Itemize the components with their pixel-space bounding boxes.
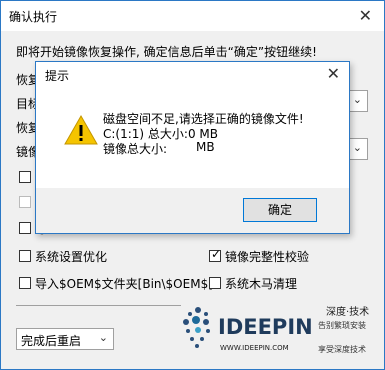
window-titlebar: 确认执行 ✕ bbox=[1, 1, 384, 31]
image-verify-checkbox[interactable] bbox=[209, 247, 221, 262]
window-close-button[interactable]: ✕ bbox=[359, 6, 372, 25]
chevron-down-icon: ⌄ bbox=[98, 331, 108, 344]
dialog-footer: 确定 bbox=[36, 188, 349, 233]
image-verify-label: 镜像完整性校验 bbox=[225, 250, 310, 264]
after-action-select[interactable]: 完成后重启 ⌄ bbox=[16, 328, 114, 350]
import-oem-label: 导入$OEM$文件夹[Bin\$OEM$] bbox=[35, 277, 213, 291]
system-optimize-label: 系统设置优化 bbox=[35, 250, 108, 264]
option-checkbox-3[interactable] bbox=[19, 222, 31, 234]
slogan-2: 享受深度技术 bbox=[318, 344, 366, 354]
chevron-down-icon: ⌄ bbox=[352, 141, 362, 154]
warning-icon bbox=[64, 114, 98, 145]
chevron-down-icon: ⌄ bbox=[352, 93, 362, 106]
brand-cn: 深度·技术 bbox=[326, 305, 369, 318]
instruction-text: 即将开始镜像恢复操作, 确定信息后单击“确定”按钮继续! bbox=[16, 45, 317, 59]
brand-url: WWW.IDEEPIN.COM bbox=[220, 344, 289, 352]
dialog-body: 磁盘空间不足,请选择正确的镜像文件! C:(1:1) 总大小:0 MB 镜像总大… bbox=[36, 88, 349, 188]
brand-en: IDEEPIN bbox=[218, 315, 313, 339]
dialog-message-line3-unit: MB bbox=[196, 140, 215, 154]
ok-button[interactable]: 确定 bbox=[243, 198, 317, 222]
dialog-titlebar: 提示 ✕ bbox=[36, 62, 349, 88]
divider bbox=[16, 305, 181, 306]
ideepin-logo: 深度·技术 IDEEPIN WWW.IDEEPIN.COM 告别繁琐安装 享受深… bbox=[183, 305, 369, 354]
warning-dialog: 提示 ✕ 磁盘空间不足,请选择正确的镜像文件! C:(1:1) 总大小:0 MB… bbox=[35, 61, 350, 234]
trojan-clean-label: 系统木马清理 bbox=[225, 277, 298, 291]
option-checkbox-2[interactable] bbox=[19, 196, 31, 208]
slogan-1: 告别繁琐安装 bbox=[318, 320, 366, 330]
system-optimize-checkbox[interactable] bbox=[19, 250, 31, 262]
trojan-clean-checkbox[interactable] bbox=[209, 277, 221, 289]
dialog-message-line3-label: 镜像总大小: bbox=[103, 142, 168, 156]
dialog-title: 提示 bbox=[45, 69, 70, 83]
ideepin-watermark: 深度·技术 IDEEPIN WWW.IDEEPIN.COM 告别繁琐安装 享受深… bbox=[178, 300, 378, 366]
import-oem-checkbox[interactable] bbox=[19, 277, 31, 289]
window-title: 确认执行 bbox=[9, 10, 58, 24]
option-checkbox-1[interactable] bbox=[19, 171, 31, 183]
dialog-close-button[interactable]: ✕ bbox=[327, 64, 340, 83]
after-action-value: 完成后重启 bbox=[21, 334, 82, 348]
